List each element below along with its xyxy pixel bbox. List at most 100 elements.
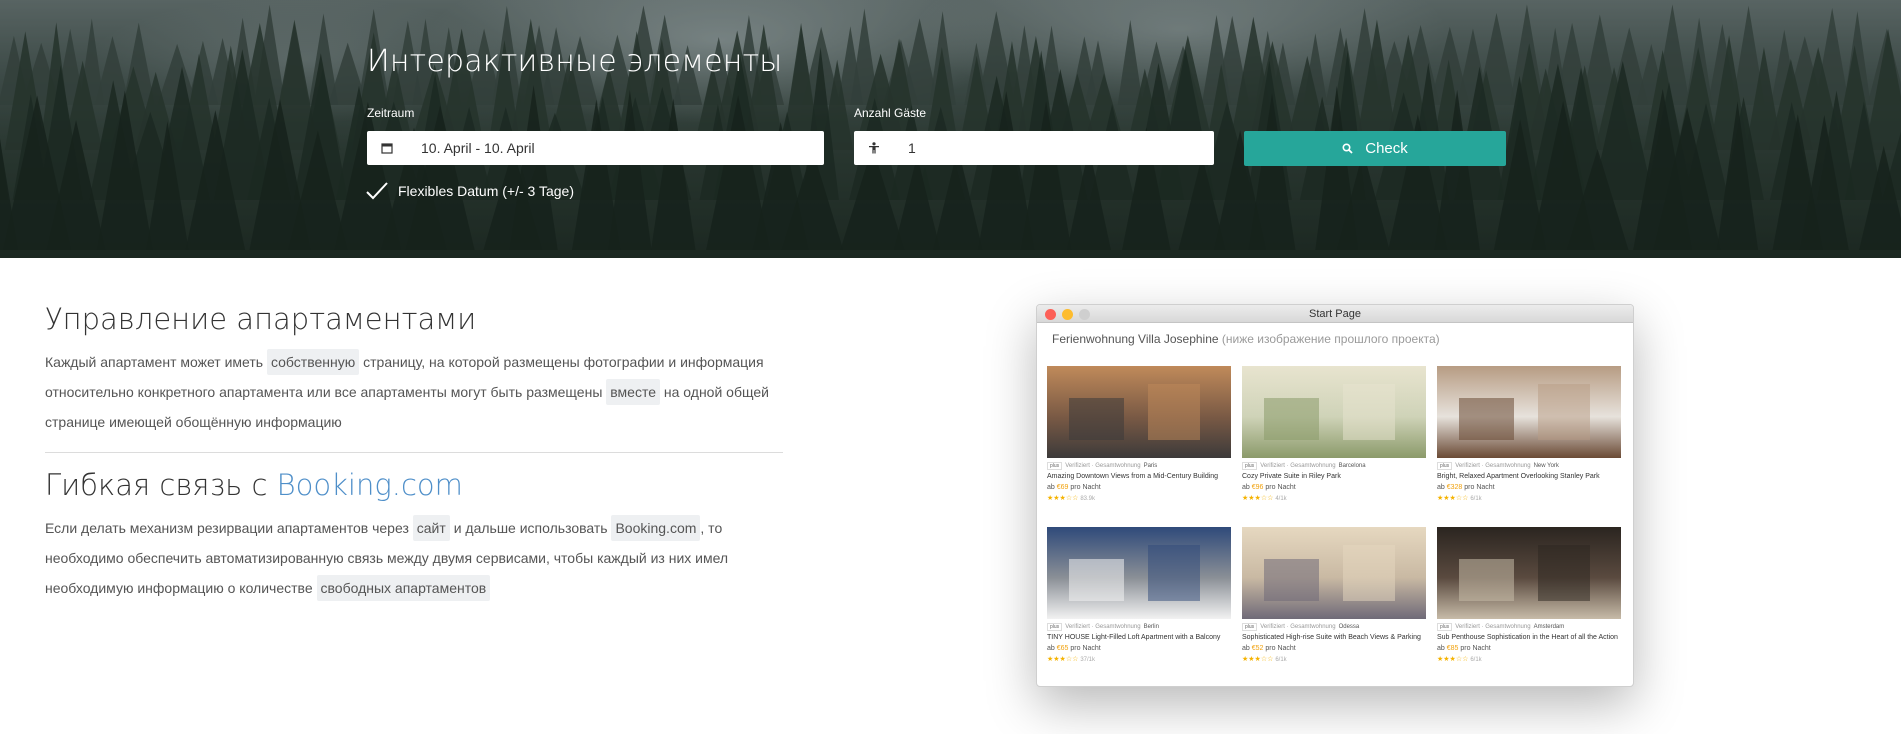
card-title[interactable]: TINY HOUSE Light-Filled Loft Apartment w… [1047,634,1231,642]
rating-stars: ★★★☆☆ 37/1k [1047,655,1231,663]
period-label: Zeitraum [367,106,415,120]
section-title-booking: Гибкая связь с Booking.com [45,468,463,502]
section-title-text: Гибкая связь с [45,468,268,502]
flexible-date-toggle[interactable]: Flexibles Datum (+/- 3 Tage) [366,182,574,200]
card-title[interactable]: Amazing Downtown Views from a Mid-Centur… [1047,473,1231,481]
period-field[interactable]: 10. April - 10. April [367,131,824,165]
search-icon [1342,143,1353,154]
check-button-label: Check [1365,140,1408,157]
hero-banner: Интерактивные элементы Zeitraum 10. Apri… [0,0,1901,258]
apartment-card[interactable]: plus Verifiziert · Gesamtwohnung Paris A… [1047,366,1231,502]
card-city: Barcelona [1338,463,1366,469]
check-button[interactable]: Check [1244,131,1506,166]
plus-badge: plus [1437,462,1453,470]
section-paragraph-apartments: Каждый апартамент может иметь собственну… [45,347,785,437]
price-suffix: pro Nacht [1265,484,1296,491]
paragraph-text: Каждый апартамент может иметь [45,354,264,370]
booking-link[interactable]: Booking.com [277,468,463,502]
section-paragraph-booking: Если делать механизм резирвации апартаме… [45,513,785,603]
star-icons: ★★★☆☆ [1047,495,1079,502]
maximize-window-icon[interactable] [1079,309,1090,320]
card-title[interactable]: Cozy Private Suite in Riley Park [1242,473,1426,481]
review-count: 6/1k [1470,496,1482,502]
apartment-card[interactable]: plus Verifiziert · Gesamtwohnung New Yor… [1437,366,1621,502]
plus-badge: plus [1242,623,1258,631]
card-title[interactable]: Sub Penthouse Sophistication in the Hear… [1437,634,1621,642]
card-title[interactable]: Bright, Relaxed Apartment Overlooking St… [1437,473,1621,481]
price-prefix: ab [1437,484,1445,491]
card-type: Verifiziert · Gesamtwohnung [1260,463,1336,469]
card-city: Paris [1143,463,1158,469]
apartment-card[interactable]: plus Verifiziert · Gesamtwohnung Berlin … [1047,527,1231,663]
section-divider [45,452,783,453]
price-value: €328 [1446,484,1463,491]
apartment-photo[interactable] [1242,527,1426,619]
card-city: Odessa [1338,624,1360,630]
card-meta: plus Verifiziert · Gesamtwohnung Amsterd… [1437,623,1621,631]
card-city: Amsterdam [1533,624,1565,630]
preview-heading-note: (ниже изображение прошлого проекта) [1221,332,1440,346]
person-icon [854,142,894,154]
card-type: Verifiziert · Gesamtwohnung [1455,463,1531,469]
card-meta: plus Verifiziert · Gesamtwohnung Odessa [1242,623,1426,631]
apartment-photo[interactable] [1047,527,1231,619]
card-price: ab €96 pro Nacht [1242,484,1426,491]
price-suffix: pro Nacht [1464,484,1495,491]
highlight-chip: свободных апартаментов [316,575,491,601]
apartment-photo[interactable] [1047,366,1231,458]
minimize-window-icon[interactable] [1062,309,1073,320]
card-city: New York [1533,463,1559,469]
guests-label: Anzahl Gäste [854,106,927,120]
card-price: ab €328 pro Nacht [1437,484,1621,491]
apartment-photo[interactable] [1437,366,1621,458]
card-price: ab €65 pro Nacht [1047,645,1231,652]
card-title[interactable]: Sophisticated High-rise Suite with Beach… [1242,634,1426,642]
price-suffix: pro Nacht [1070,484,1101,491]
apartment-card[interactable]: plus Verifiziert · Gesamtwohnung Amsterd… [1437,527,1621,663]
price-prefix: ab [1437,645,1445,652]
paragraph-text: Если делать механизм резирвации апартаме… [45,520,409,536]
apartment-photo[interactable] [1242,366,1426,458]
rating-stars: ★★★☆☆ 4/1k [1242,494,1426,502]
preview-heading-text: Ferienwohnung Villa Josephine [1052,332,1219,346]
card-meta: plus Verifiziert · Gesamtwohnung Paris [1047,462,1231,470]
review-count: 4/1k [1275,496,1287,502]
price-prefix: ab [1047,645,1055,652]
highlight-chip: Booking.com [611,515,701,541]
rating-stars: ★★★☆☆ 6/1k [1437,655,1621,663]
guests-field[interactable]: 1 [854,131,1214,165]
plus-badge: plus [1047,462,1063,470]
card-type: Verifiziert · Gesamtwohnung [1455,624,1531,630]
card-price: ab €52 pro Nacht [1242,645,1426,652]
checkmark-icon [366,182,388,200]
review-count: 6/1k [1470,657,1482,663]
window-title: Start Page [1309,308,1361,320]
card-price: ab €69 pro Nacht [1047,484,1231,491]
apartment-card[interactable]: plus Verifiziert · Gesamtwohnung Barcelo… [1242,366,1426,502]
rating-stars: ★★★☆☆ 6/1k [1242,655,1426,663]
review-count: 6/1k [1275,657,1287,663]
card-type: Verifiziert · Gesamtwohnung [1260,624,1336,630]
apartment-card[interactable]: plus Verifiziert · Gesamtwohnung Odessa … [1242,527,1426,663]
card-meta: plus Verifiziert · Gesamtwohnung Barcelo… [1242,462,1426,470]
price-prefix: ab [1242,484,1250,491]
price-value: €85 [1446,645,1459,652]
highlight-chip: вместе [606,379,660,405]
plus-badge: plus [1047,623,1063,631]
star-icons: ★★★☆☆ [1437,495,1469,502]
card-type: Verifiziert · Gesamtwohnung [1065,463,1141,469]
star-icons: ★★★☆☆ [1242,495,1274,502]
period-value: 10. April - 10. April [421,140,535,156]
price-prefix: ab [1242,645,1250,652]
apartment-photo[interactable] [1437,527,1621,619]
star-icons: ★★★☆☆ [1047,656,1079,663]
close-window-icon[interactable] [1045,309,1056,320]
price-value: €65 [1056,645,1069,652]
price-value: €96 [1251,484,1264,491]
rating-stars: ★★★☆☆ 6/1k [1437,494,1621,502]
calendar-icon [367,142,407,154]
window-titlebar: Start Page [1037,305,1633,323]
paragraph-text: и дальше использовать [453,520,608,536]
flexible-date-label: Flexibles Datum (+/- 3 Tage) [398,183,574,199]
rating-stars: ★★★☆☆ 83.9k [1047,494,1231,502]
